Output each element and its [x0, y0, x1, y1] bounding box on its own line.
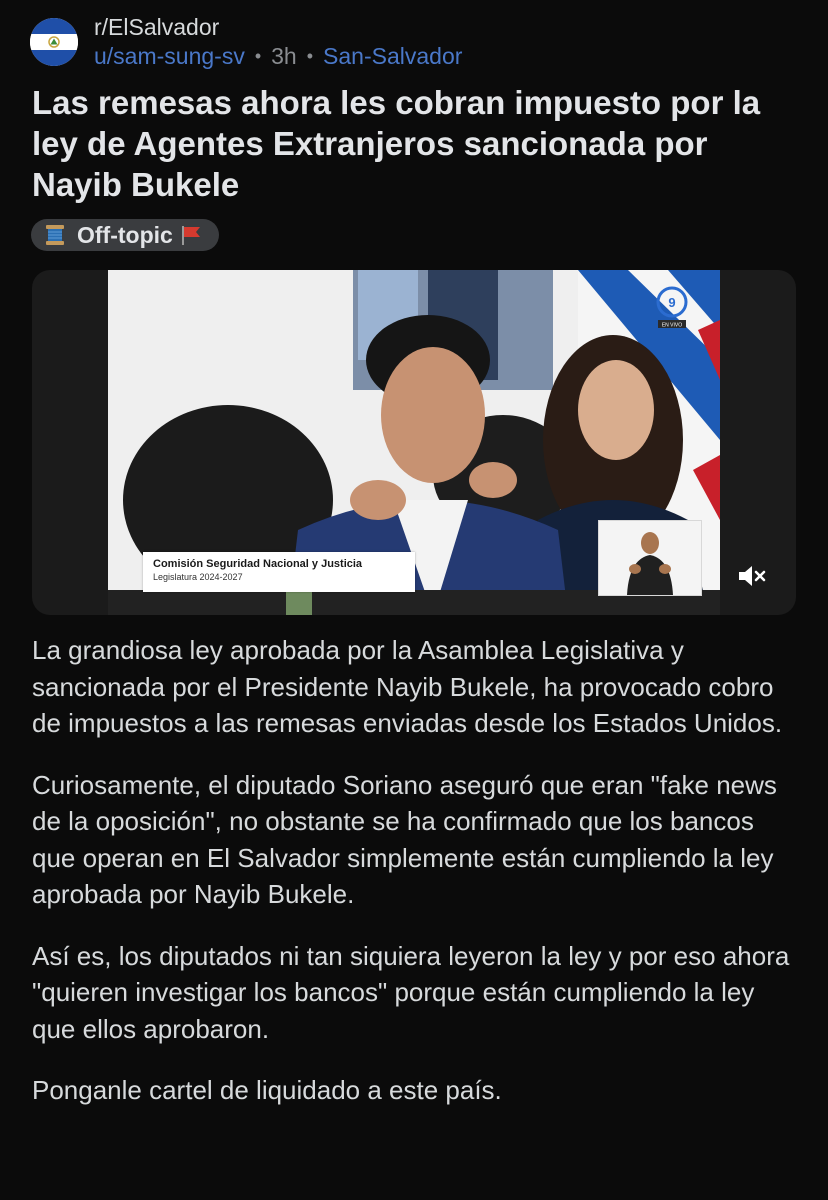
- body-paragraph: Así es, los diputados ni tan siquiera le…: [32, 940, 790, 1044]
- post-meta-line: u/sam-sung-sv • 3h • San-Salvador: [94, 41, 462, 71]
- video-frame: 9 EN VIVO Comisión Seguridad Nacional y …: [108, 270, 720, 615]
- body-paragraph: Curiosamente, el diputado Soriano asegur…: [32, 769, 777, 910]
- video-lower-third: Comisión Seguridad Nacional y Justicia L…: [143, 552, 415, 592]
- spool-of-thread-icon: [46, 225, 64, 245]
- author-username[interactable]: u/sam-sung-sv: [94, 41, 245, 71]
- muted-speaker-icon: [739, 566, 766, 586]
- video-player[interactable]: 9 EN VIVO Comisión Seguridad Nacional y …: [32, 270, 796, 615]
- post-time: 3h: [271, 43, 297, 69]
- body-paragraph: Ponganle cartel de liquidado a este país…: [32, 1075, 502, 1105]
- post-body: La grandiosa ley aprobada por la Asamble…: [32, 632, 802, 1134]
- post-meta: r/ElSalvador u/sam-sung-sv • 3h • San-Sa…: [94, 13, 462, 71]
- red-flag-icon: [181, 226, 200, 245]
- meta-separator: •: [254, 46, 262, 66]
- body-paragraph: La grandiosa ley aprobada por la Asamble…: [32, 635, 783, 738]
- svg-text:9: 9: [668, 295, 675, 310]
- live-badge-text: EN VIVO: [662, 323, 682, 329]
- lower-third-subtitle: Legislatura 2024-2027: [153, 572, 243, 582]
- subreddit-avatar[interactable]: [30, 18, 78, 66]
- channel-logo-icon: 9 EN VIVO: [656, 286, 688, 329]
- user-flair: San-Salvador: [323, 43, 463, 69]
- subreddit-name[interactable]: r/ElSalvador: [94, 13, 462, 41]
- post-header: r/ElSalvador u/sam-sung-sv • 3h • San-Sa…: [30, 12, 462, 72]
- mute-toggle-button[interactable]: [732, 562, 772, 590]
- post-title[interactable]: Las remesas ahora les cobran impuesto po…: [32, 82, 802, 205]
- lower-third-title: Comisión Seguridad Nacional y Justicia: [153, 558, 363, 570]
- el-salvador-flag-icon: [30, 18, 78, 66]
- post-page: { "header": { "subreddit": "r/ElSalvador…: [0, 0, 828, 1200]
- post-flair[interactable]: Off-topic: [31, 219, 219, 251]
- meta-separator: •: [306, 46, 314, 66]
- sign-language-interpreter: [598, 520, 702, 596]
- flair-label: Off-topic: [77, 221, 173, 248]
